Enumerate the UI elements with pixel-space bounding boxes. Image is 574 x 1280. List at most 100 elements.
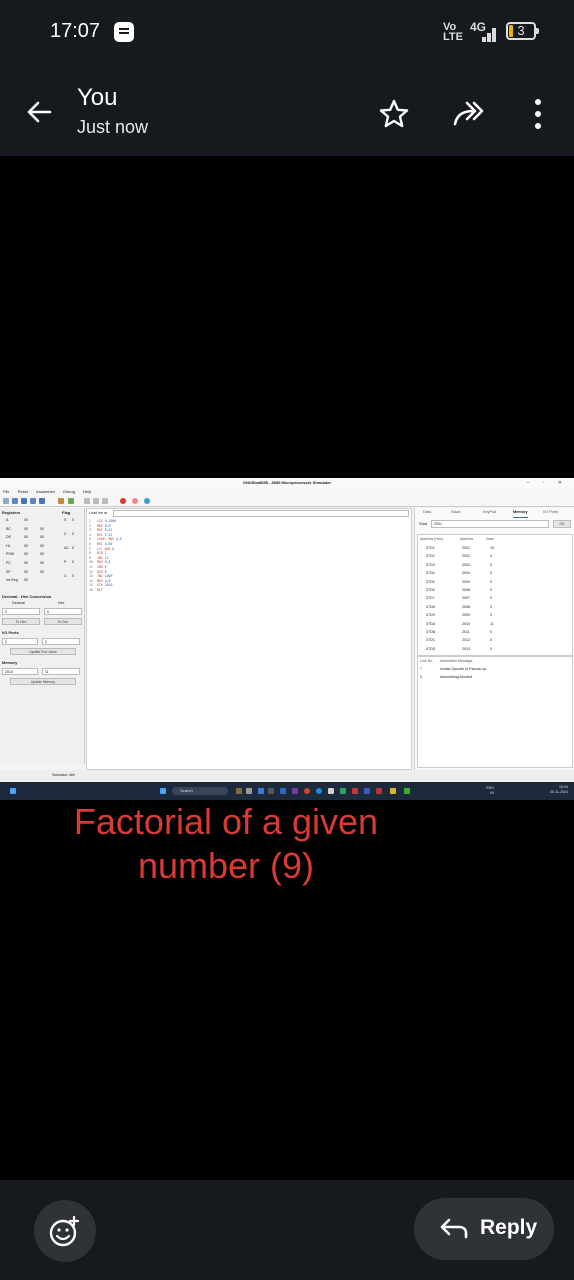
update-port-button[interactable]: Update Port Value	[10, 648, 76, 655]
mnemonic: MVI	[97, 528, 103, 533]
memory-row[interactable]: 07D4 2004 0	[418, 569, 572, 577]
save-as-icon[interactable]	[30, 498, 36, 504]
app-icon-9[interactable]	[352, 788, 358, 794]
memory-row[interactable]: 07D1 2001 10	[418, 544, 572, 552]
mnemonic: LOOP: MOV	[97, 537, 115, 542]
memory-row[interactable]: 07D2 2002 0	[418, 552, 572, 560]
app-icon-2[interactable]	[246, 788, 252, 794]
tab-stack[interactable]: Stack	[451, 508, 461, 517]
open-icon[interactable]	[12, 498, 18, 504]
memory-row[interactable]: 07DD 2013 0	[418, 645, 572, 653]
update-memory-button[interactable]: Update Memory	[10, 678, 76, 685]
memory-row[interactable]: 07D6 2006 0	[418, 586, 572, 594]
ok-button[interactable]: OK	[553, 520, 571, 528]
chrome-icon[interactable]	[304, 788, 310, 794]
flag-value: 0	[72, 532, 74, 536]
code-line[interactable]: 16 HLT	[89, 588, 103, 593]
step-out-icon[interactable]	[102, 498, 108, 504]
memory-row[interactable]: 07D7 2007 0	[418, 594, 572, 602]
operand: A,00	[104, 542, 113, 546]
reply-button[interactable]: Reply	[414, 1198, 554, 1260]
to-dec-button[interactable]: To Dec	[44, 618, 82, 625]
flag-value: 0	[72, 546, 74, 550]
app-icon-11[interactable]	[376, 788, 382, 794]
step-in-icon[interactable]	[84, 498, 90, 504]
message-header: You Just now	[0, 64, 574, 156]
menu-debug[interactable]: Debug	[63, 489, 75, 494]
stop-icon[interactable]	[144, 498, 150, 504]
port-select[interactable]: 0	[2, 638, 38, 645]
flag-value: 0	[72, 560, 74, 564]
app-icon-12[interactable]	[404, 788, 410, 794]
reply-icon	[440, 1218, 468, 1239]
taskbar-search[interactable]: Search	[172, 787, 228, 795]
react-emoji-button[interactable]	[34, 1200, 96, 1262]
app-icon-7[interactable]	[328, 788, 334, 794]
flag-value: 0	[72, 574, 74, 578]
tab-keypad[interactable]: KeyPad	[483, 508, 496, 517]
operand: A,E	[116, 537, 122, 542]
mem-address: 2001	[462, 546, 470, 550]
memory-row[interactable]: 07DB 2011 0	[418, 628, 572, 636]
flag-row: P0	[0, 560, 84, 568]
port-value-input[interactable]: 0	[42, 638, 80, 645]
tab-memory[interactable]: Memory	[513, 508, 528, 518]
edge-icon[interactable]	[316, 788, 322, 794]
run-icon[interactable]	[68, 498, 74, 504]
flag-row: AC 0	[0, 546, 84, 554]
flag-row: C0	[0, 574, 84, 582]
new-icon[interactable]	[3, 498, 9, 504]
forward-icon[interactable]	[452, 98, 488, 130]
message-row[interactable]: 0 Assembling Aborted	[418, 673, 572, 681]
clear-breakpoint-icon[interactable]	[132, 498, 138, 504]
io-ports-heading: I/O Ports	[2, 630, 19, 635]
back-arrow-icon[interactable]	[24, 97, 54, 127]
app-icon-3[interactable]	[258, 788, 264, 794]
app-icon-5[interactable]	[280, 788, 286, 794]
shared-screenshot[interactable]: GNUSim8085 - 8085 Microprocessor Simulat…	[0, 478, 574, 800]
menu-assembler[interactable]: Assembler	[36, 489, 55, 494]
assemble-icon[interactable]	[58, 498, 64, 504]
tab-data[interactable]: Data	[423, 508, 431, 517]
menu-bar: File Reset Assembler Debug Help	[0, 488, 574, 496]
memory-row[interactable]: 07D3 2003 0	[418, 561, 572, 569]
load-address-input[interactable]	[113, 510, 409, 517]
save-icon[interactable]	[21, 498, 27, 504]
caption-line-1: Factorial of a given	[73, 801, 379, 842]
memory-value-input[interactable]: 11	[42, 668, 80, 675]
memory-address-select[interactable]: 2010	[2, 668, 38, 675]
tray-clock[interactable]: 15:04 30-11-2024	[550, 785, 568, 795]
memory-row[interactable]: 07DC 2012 0	[418, 636, 572, 644]
memory-row[interactable]: 07D8 2008 0	[418, 603, 572, 611]
folder-icon[interactable]	[390, 788, 396, 794]
app-icon-4[interactable]	[268, 788, 274, 794]
more-vert-icon[interactable]	[530, 96, 546, 132]
widgets-icon[interactable]	[10, 788, 16, 794]
mem-address-hex: 07D3	[426, 562, 435, 567]
print-icon[interactable]	[39, 498, 45, 504]
start-input[interactable]: 2001	[431, 520, 549, 528]
memory-row[interactable]: 07DA 2010 11	[418, 620, 572, 628]
step-over-icon[interactable]	[93, 498, 99, 504]
app-icon-8[interactable]	[340, 788, 346, 794]
to-hex-button[interactable]: To Hex	[2, 618, 40, 625]
tab-io-ports[interactable]: I/O Ports	[543, 508, 558, 517]
operand: E,01	[104, 532, 113, 537]
mem-data: 0	[490, 638, 492, 643]
menu-help[interactable]: Help	[83, 489, 91, 494]
app-icon-1[interactable]	[236, 788, 242, 794]
decimal-input[interactable]: 0	[2, 608, 40, 615]
code-editor[interactable]: Load me at 1 LXI H,2000 2 MOV B,M 3 MVI D,01 4…	[86, 508, 412, 770]
hex-input[interactable]: 0	[44, 608, 82, 615]
menu-reset[interactable]: Reset	[18, 489, 28, 494]
app-icon-6[interactable]	[292, 788, 298, 794]
star-icon[interactable]	[378, 98, 410, 130]
breakpoint-icon[interactable]	[120, 498, 126, 504]
start-icon[interactable]	[160, 788, 166, 794]
memory-row[interactable]: 07D9 2009 0	[418, 611, 572, 619]
app-icon-10[interactable]	[364, 788, 370, 794]
mnemonic: JNZ	[97, 555, 103, 560]
bottom-action-bar: Reply	[0, 1180, 574, 1280]
memory-row[interactable]: 07D5 2005 0	[418, 578, 572, 586]
menu-file[interactable]: File	[3, 489, 9, 494]
